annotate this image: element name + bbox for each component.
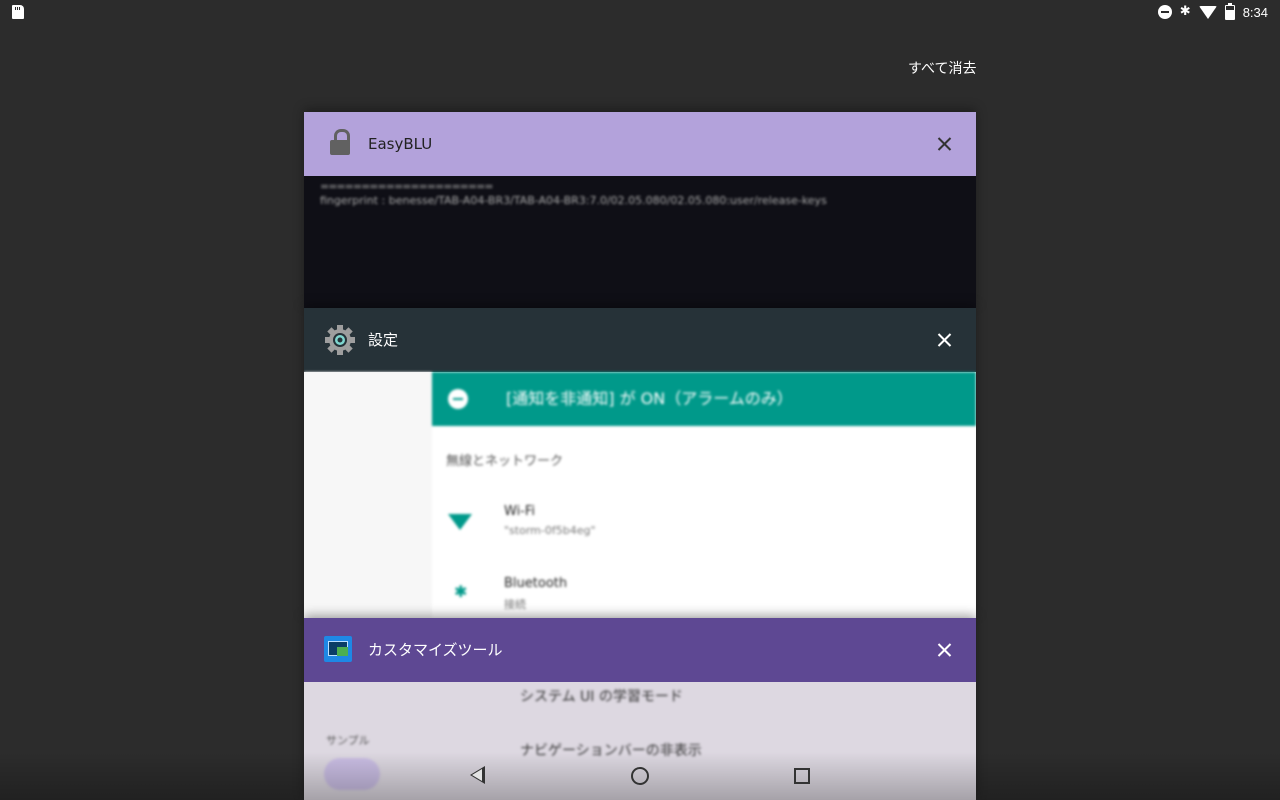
dnd-banner: [通知を非通知] が ON（アラームのみ） [432, 372, 976, 426]
task-card-header[interactable]: 設定 [304, 308, 976, 372]
close-icon[interactable] [928, 128, 960, 160]
log-line: fingerprint : benesse/TAB-A04-BR3/TAB-A0… [320, 194, 827, 207]
clear-all-button[interactable]: すべて消去 [892, 54, 992, 84]
wifi-title: Wi-Fi [504, 504, 536, 519]
task-card-title: EasyBLU [368, 135, 433, 153]
do-not-disturb-icon [1157, 5, 1172, 19]
task-card-header[interactable]: EasyBLU [304, 112, 976, 176]
task-card-title: カスタマイズツール [368, 641, 503, 659]
recents-icon[interactable] [794, 768, 810, 784]
customization-tool-icon [322, 632, 358, 668]
settings-side-panel [304, 372, 432, 618]
navigation-bar [0, 752, 1280, 800]
gear-icon [322, 322, 358, 358]
log-line: ===================== [320, 180, 494, 193]
wifi-subtitle: "storm-0f5b4eg" [504, 524, 596, 537]
close-icon[interactable] [928, 634, 960, 666]
preview-label: サンプル [326, 734, 370, 747]
battery-icon [1224, 2, 1235, 20]
task-card-easyblu[interactable]: EasyBLU ===================== fingerprin… [304, 112, 976, 308]
task-card-title: 設定 [368, 331, 399, 349]
preview-row: システム UI の学習モード [520, 689, 683, 705]
status-bar: ✱ 8:34 [0, 0, 1280, 24]
wifi-icon [448, 514, 472, 530]
task-card-header[interactable]: カスタマイズツール [304, 618, 976, 682]
status-icons: ✱ 8:34 [1157, 2, 1268, 21]
home-icon[interactable] [631, 767, 649, 785]
bluetooth-subtitle: 接続 [504, 598, 526, 611]
settings-main-panel: [通知を非通知] が ON（アラームのみ） 無線とネットワーク Wi-Fi "s… [432, 372, 976, 618]
bluetooth-icon: ✱ [454, 582, 468, 601]
wifi-icon [1198, 5, 1217, 19]
bluetooth-title: Bluetooth [504, 576, 568, 591]
clock: 8:34 [1242, 4, 1268, 20]
dnd-banner-text: [通知を非通知] が ON（アラームのみ） [506, 389, 793, 408]
bluetooth-icon: ✱ [1179, 4, 1191, 19]
section-header: 無線とネットワーク [446, 454, 564, 469]
back-icon[interactable] [470, 766, 485, 784]
sd-card-icon [12, 5, 24, 19]
close-icon[interactable] [928, 324, 960, 356]
lock-icon [322, 126, 358, 162]
task-card-settings[interactable]: 設定 [通知を非通知] が ON（アラームのみ） 無線とネットワーク Wi-Fi… [304, 308, 976, 618]
do-not-disturb-icon [448, 389, 468, 409]
